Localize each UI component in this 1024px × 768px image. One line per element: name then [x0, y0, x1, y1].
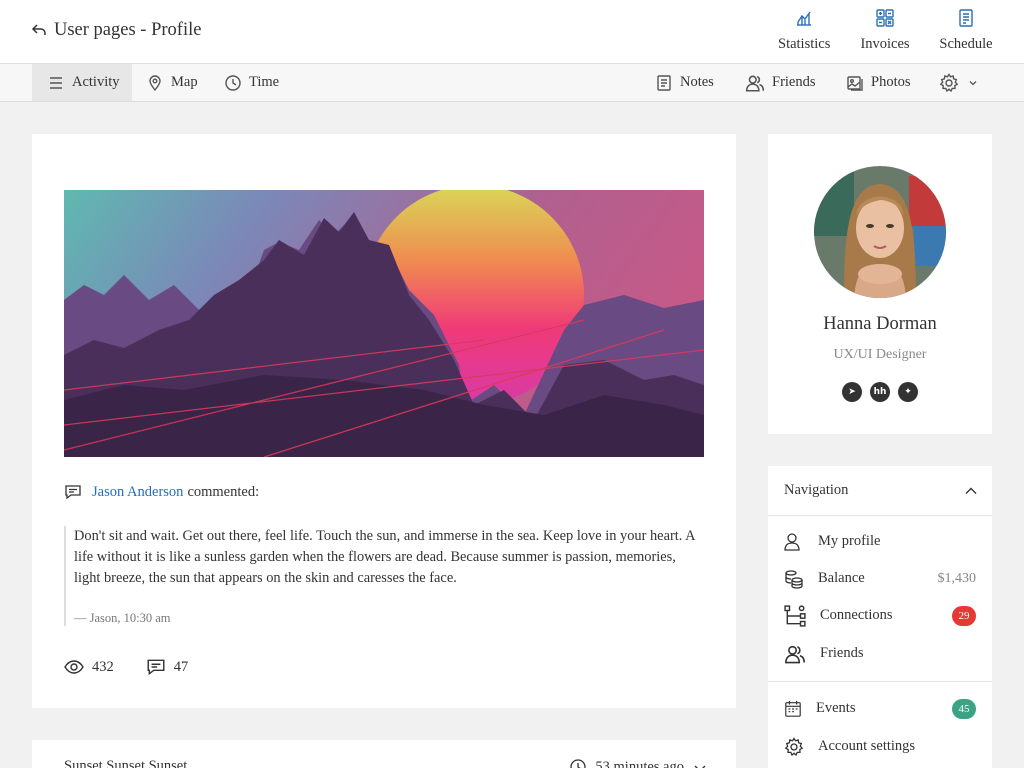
twitter-icon[interactable]: ✦	[898, 382, 918, 402]
views-stat[interactable]: 432	[64, 657, 114, 677]
nav-events-label: Events	[816, 700, 856, 716]
nav-connections-label: Connections	[820, 607, 893, 623]
nav-account-settings[interactable]: Account settings	[768, 728, 992, 765]
chevron-down-icon	[969, 80, 977, 85]
clock-icon	[570, 759, 587, 768]
nav-photos[interactable]: Photos	[846, 64, 911, 101]
nav-balance[interactable]: Balance $1,430	[768, 560, 992, 597]
grid-icon	[876, 9, 894, 27]
nav-friends-side-label: Friends	[820, 645, 864, 661]
events-badge: 45	[952, 698, 976, 719]
eye-icon	[64, 660, 84, 674]
second-post-card: Sunset Sunset Sunset 53 minutes ago	[32, 740, 736, 768]
quote-footer: — Jason, 10:30 am	[74, 611, 171, 625]
notes-icon	[657, 74, 671, 91]
nav-account-settings-label: Account settings	[818, 738, 916, 754]
page-title: User pages - Profile	[54, 20, 202, 40]
nav-connections[interactable]: Connections 29	[768, 597, 992, 634]
hh-icon[interactable]: hh	[870, 382, 890, 402]
nav-notes[interactable]: Notes	[655, 64, 714, 101]
telegram-icon[interactable]: ➤	[842, 382, 862, 402]
profile-card: Hanna Dorman UX/UI Designer ➤ hh ✦	[768, 134, 992, 434]
post2-time: 53 minutes ago	[569, 758, 684, 768]
nav-notes-label: Notes	[680, 74, 714, 90]
schedule-label: Schedule	[939, 36, 993, 52]
back-arrow-icon[interactable]	[31, 22, 47, 38]
balance-value: $1,430	[937, 570, 977, 586]
nav-balance-label: Balance	[818, 570, 865, 586]
social-links: ➤ hh ✦	[768, 382, 992, 402]
profile-name: Hanna Dorman	[823, 314, 937, 334]
settings-dropdown[interactable]	[939, 64, 985, 101]
document-icon	[959, 9, 973, 27]
connections-badge: 29	[952, 605, 976, 626]
statistics-label: Statistics	[778, 36, 831, 52]
map-pin-icon	[149, 74, 161, 91]
schedule-button[interactable]: Schedule	[938, 6, 994, 58]
message-icon	[65, 485, 81, 500]
post-stats: 432 47	[64, 657, 220, 677]
tree-icon	[784, 604, 806, 627]
nav-friends[interactable]: Friends	[745, 64, 816, 101]
navigation-card: Navigation My profile Balance $1,430 Con…	[768, 466, 992, 768]
nav-my-profile-label: My profile	[818, 533, 881, 549]
calendar-icon	[785, 700, 801, 717]
coins-icon	[785, 569, 803, 589]
navigation-divider	[768, 681, 992, 682]
secondary-navbar: Activity Map Time Notes Friends Photos	[0, 64, 1024, 102]
views-count: 432	[92, 658, 114, 675]
blockquote: Don't sit and wait. Get out there, feel …	[64, 526, 704, 626]
comment-action: commented:	[187, 483, 260, 500]
post2-time-label: 53 minutes ago	[595, 758, 684, 768]
photo-icon	[847, 75, 863, 91]
statistics-button[interactable]: Statistics	[778, 6, 830, 58]
profile-role: UX/UI Designer	[833, 347, 927, 362]
gear-icon	[784, 736, 804, 756]
collapse-chevron-icon[interactable]	[692, 760, 708, 768]
page-header: User pages - Profile Statistics Invoices…	[0, 0, 1024, 64]
users-icon	[745, 75, 765, 92]
nav-activity[interactable]: Activity	[32, 64, 132, 101]
nav-friends-side[interactable]: Friends	[768, 635, 992, 672]
nav-map[interactable]: Map	[146, 64, 198, 101]
activity-post-card: Jason Anderson commented: Don't sit and …	[32, 134, 736, 708]
author-link[interactable]: Jason Anderson	[92, 484, 183, 501]
chart-icon	[797, 11, 811, 26]
invoices-label: Invoices	[860, 36, 910, 52]
nav-friends-label: Friends	[772, 74, 816, 90]
avatar	[814, 166, 946, 298]
comment-icon	[147, 659, 165, 676]
nav-my-profile[interactable]: My profile	[768, 523, 992, 560]
post-image	[64, 190, 704, 457]
nav-time-label: Time	[249, 74, 280, 90]
navigation-header[interactable]: Navigation	[768, 466, 992, 516]
nav-activity-label: Activity	[72, 74, 120, 90]
post2-title: Sunset Sunset Sunset	[64, 758, 188, 768]
nav-events[interactable]: Events 45	[768, 690, 992, 727]
chevron-up-icon	[965, 487, 977, 494]
menu-icon	[50, 76, 62, 89]
comments-stat[interactable]: 47	[146, 657, 189, 677]
invoices-button[interactable]: Invoices	[858, 6, 912, 58]
nav-map-label: Map	[171, 74, 198, 90]
nav-time[interactable]: Time	[224, 64, 279, 101]
gear-icon	[939, 72, 959, 92]
users-icon	[785, 645, 805, 663]
navigation-title: Navigation	[784, 482, 849, 498]
clock-icon	[225, 74, 241, 91]
comments-count: 47	[173, 658, 189, 675]
quote-text: Don't sit and wait. Get out there, feel …	[74, 528, 695, 586]
user-icon	[784, 532, 800, 551]
nav-photos-label: Photos	[871, 74, 911, 90]
comment-header: Jason Anderson commented:	[64, 483, 259, 501]
